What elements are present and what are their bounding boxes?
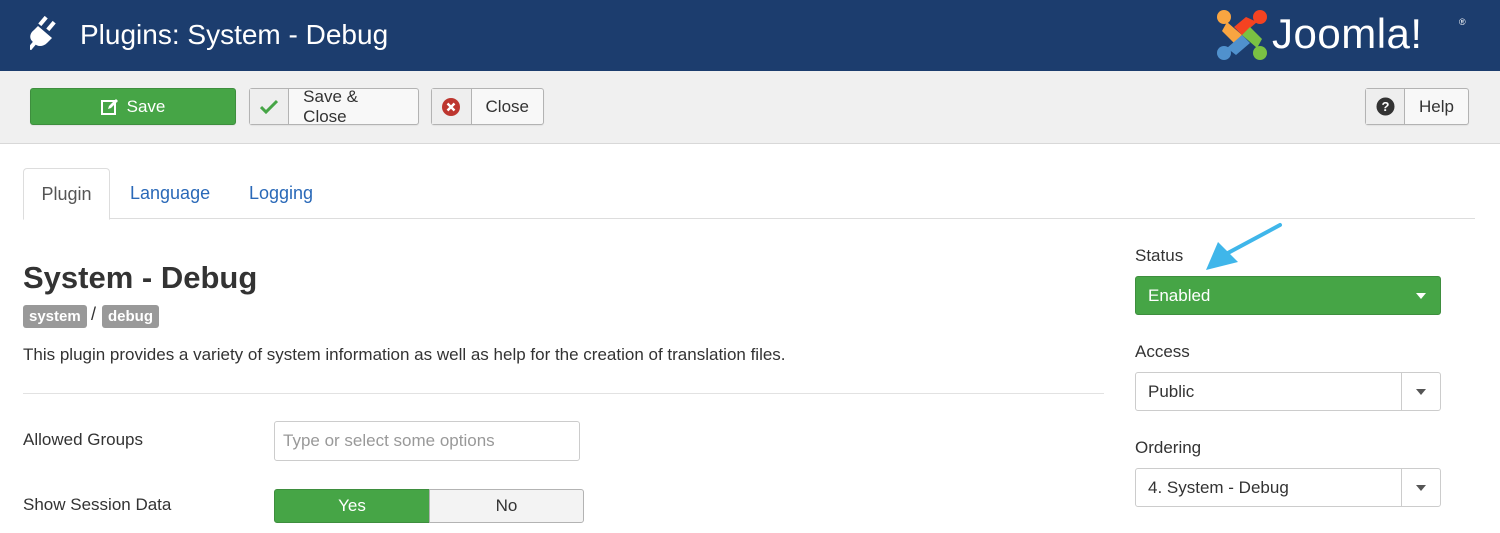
page-header-title: Plugins: System - Debug — [80, 19, 389, 50]
plugin-description: This plugin provides a variety of system… — [23, 345, 786, 364]
allowed-groups-input[interactable] — [274, 421, 580, 461]
edit-icon — [100, 98, 118, 115]
annotation-arrow-icon — [1206, 223, 1282, 270]
allowed-groups-label: Allowed Groups — [23, 430, 144, 449]
save-close-button[interactable]: Save & Close — [249, 86, 419, 126]
toolbar: Save Save & Close Close ? Help — [0, 71, 1500, 144]
registered-mark: ® — [1459, 17, 1466, 27]
chevron-down-icon — [1401, 469, 1440, 506]
badge-system: system — [23, 305, 87, 328]
app-header: Plugins: System - Debug Joomla! ® — [0, 0, 1500, 71]
close-label: Close — [485, 96, 529, 116]
ordering-value: 4. System - Debug — [1148, 477, 1289, 497]
joomla-logo-icon — [1217, 10, 1267, 60]
badge-debug: debug — [102, 305, 159, 328]
access-label: Access — [1135, 342, 1190, 361]
show-session-no-toggle[interactable]: No — [429, 489, 584, 523]
help-button[interactable]: ? Help — [1365, 88, 1469, 125]
status-value: Enabled — [1148, 285, 1211, 305]
save-close-label: Save & Close — [303, 86, 358, 126]
ordering-label: Ordering — [1135, 438, 1202, 457]
status-select[interactable]: Enabled — [1135, 276, 1441, 315]
access-value: Public — [1148, 381, 1195, 401]
tab-bar: Plugin Language Logging — [23, 168, 1475, 220]
plug-icon — [30, 16, 56, 50]
badge-separator: / — [91, 304, 97, 324]
chevron-down-icon — [1401, 277, 1440, 314]
plugin-title: System - Debug — [23, 260, 258, 295]
save-button-label: Save — [126, 96, 166, 116]
access-select[interactable]: Public — [1135, 372, 1441, 411]
ordering-select[interactable]: 4. System - Debug — [1135, 468, 1441, 507]
chevron-down-icon — [1401, 373, 1440, 410]
svg-text:?: ? — [1381, 99, 1389, 114]
tab-language[interactable]: Language — [130, 168, 210, 219]
save-button[interactable]: Save — [30, 88, 236, 125]
divider — [23, 393, 1104, 394]
close-button[interactable]: Close — [431, 88, 544, 125]
show-session-yes-toggle[interactable]: Yes — [274, 489, 430, 523]
joomla-wordmark: Joomla! — [1272, 10, 1423, 57]
tab-plugin[interactable]: Plugin — [23, 168, 110, 220]
help-label: Help — [1419, 96, 1454, 116]
cancel-circle-icon — [432, 89, 472, 124]
show-session-label: Show Session Data — [23, 495, 172, 514]
checkmark-icon — [250, 89, 290, 124]
tab-logging[interactable]: Logging — [249, 168, 313, 219]
question-circle-icon: ? — [1366, 89, 1406, 124]
status-label: Status — [1135, 246, 1184, 265]
